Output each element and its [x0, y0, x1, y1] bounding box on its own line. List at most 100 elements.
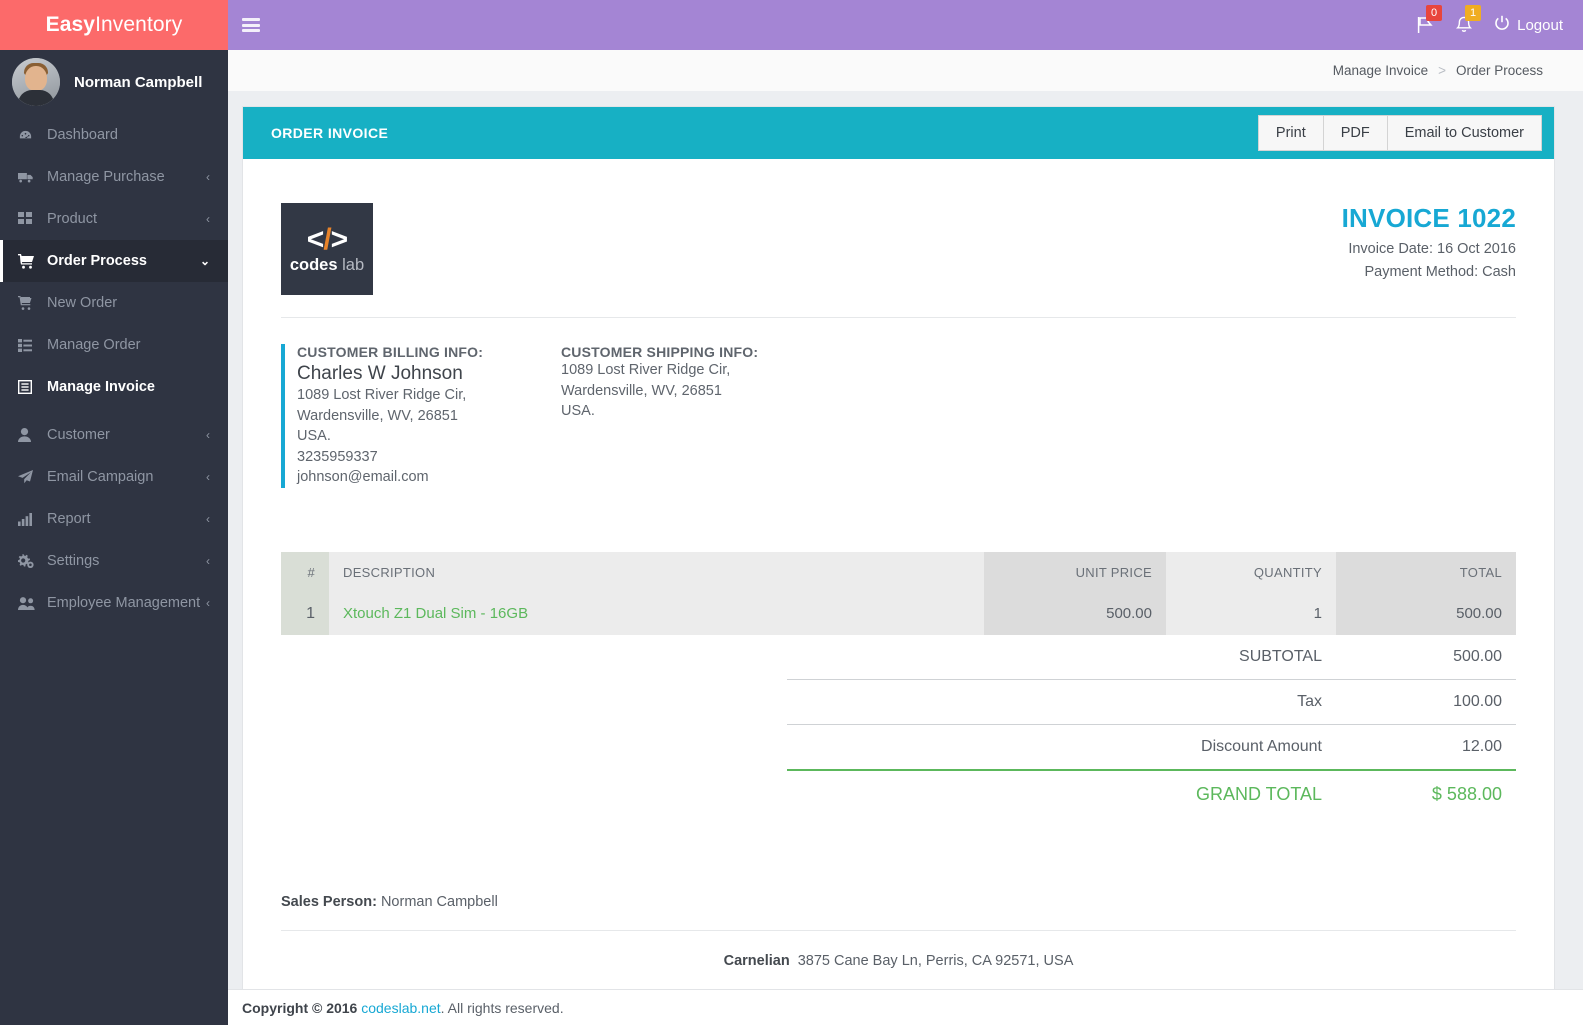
top-bar: 0 1 Logout	[228, 0, 1583, 50]
divider	[281, 317, 1516, 318]
chevron-left-icon: ‹	[206, 554, 210, 568]
sidebar-item-customer[interactable]: Customer ‹	[0, 414, 228, 456]
col-unit-price: UNIT PRICE	[984, 551, 1166, 593]
billing-line-2: Wardensville, WV, 26851	[297, 407, 458, 424]
company-address: 3875 Cane Bay Ln, Perris, CA 92571, USA	[797, 952, 1074, 969]
sidebar-item-dashboard[interactable]: Dashboard	[0, 114, 228, 156]
chevron-left-icon: ‹	[206, 428, 210, 442]
users-icon	[18, 596, 40, 610]
dashboard-icon	[18, 128, 40, 143]
sidebar-item-email-campaign[interactable]: Email Campaign ‹	[0, 456, 228, 498]
sales-person-value: Norman Campbell	[380, 893, 498, 910]
email-to-customer-button[interactable]: Email to Customer	[1386, 115, 1542, 151]
discount-value: 12.00	[1336, 723, 1516, 770]
invoice-header: </> codes lab INVOICE 1022 Invoice Date:…	[281, 203, 1516, 295]
company-footer: Carnelian 3875 Cane Bay Ln, Perris, CA 92…	[281, 953, 1516, 969]
bell-badge: 1	[1465, 5, 1482, 21]
logo-wordmark: codes lab	[289, 255, 365, 274]
col-total: TOTAL	[1336, 551, 1516, 593]
col-quantity: QUANTITY	[1166, 551, 1336, 593]
sidebar-item-label: Report	[47, 511, 91, 527]
sidebar-item-manage-invoice[interactable]: Manage Invoice	[0, 366, 228, 408]
sidebar-submenu-order-process: New Order Manage Order Manage Invoice	[0, 282, 228, 408]
billing-title: CUSTOMER BILLING INFO:	[297, 344, 484, 360]
sales-person: Sales Person: Norman Campbell	[281, 894, 1516, 910]
app-brand[interactable]: Easy Inventory	[0, 0, 228, 50]
discount-label: Discount Amount	[787, 723, 1336, 770]
breadcrumb: Manage Invoice > Order Process	[228, 50, 1583, 92]
row-unit-price: 500.00	[984, 592, 1166, 635]
sidebar-item-settings[interactable]: Settings ‹	[0, 540, 228, 582]
billing-name: Charles W Johnson	[297, 363, 463, 384]
power-icon	[1494, 15, 1510, 35]
pdf-button[interactable]: PDF	[1322, 115, 1387, 151]
shipping-line-3: USA.	[561, 403, 595, 420]
shipping-info: CUSTOMER SHIPPING INFO: 1089 Lost River …	[561, 344, 758, 488]
sidebar-item-manage-purchase[interactable]: Manage Purchase ‹	[0, 156, 228, 198]
logout-button[interactable]: Logout	[1494, 15, 1563, 35]
sidebar-item-label: Employee Management	[47, 595, 201, 611]
panel-actions: Print PDF Email to Customer	[1257, 115, 1542, 151]
sidebar-item-label: Product	[47, 211, 97, 227]
sidebar-item-report[interactable]: Report ‹	[0, 498, 228, 540]
flag-icon[interactable]: 0	[1417, 5, 1443, 34]
order-invoice-panel: ORDER INVOICE Print PDF Email to Custome…	[242, 106, 1555, 1000]
address-section: CUSTOMER BILLING INFO: Charles W Johnson…	[281, 344, 1516, 488]
invoice-number: INVOICE 1022	[1341, 203, 1516, 233]
sidebar-item-label: Manage Purchase	[47, 169, 165, 185]
gears-icon	[18, 554, 40, 568]
cart-plus-icon	[18, 296, 40, 310]
paper-plane-icon	[18, 470, 40, 484]
col-index: #	[281, 551, 329, 593]
invoice-date: Invoice Date: 16 Oct 2016	[1348, 241, 1516, 257]
breadcrumb-parent[interactable]: Manage Invoice	[1333, 63, 1428, 78]
list-icon	[18, 338, 40, 352]
billing-info: CUSTOMER BILLING INFO: Charles W Johnson…	[281, 344, 561, 488]
logout-label: Logout	[1517, 16, 1563, 34]
invoice-totals-table: SUBTOTAL 500.00 Tax 100.00 Discount Amou…	[281, 635, 1516, 818]
grid-icon	[18, 212, 40, 226]
subtotal-label: SUBTOTAL	[1239, 647, 1322, 665]
billing-line-3: USA.	[297, 428, 331, 445]
billing-phone: 3235959337	[297, 448, 378, 465]
brand-part-2: Inventory	[95, 13, 183, 36]
invoice-meta: INVOICE 1022 Invoice Date: 16 Oct 2016 P…	[1342, 203, 1516, 280]
row-index: 1	[281, 592, 329, 635]
print-button[interactable]: Print	[1257, 115, 1323, 151]
flag-badge: 0	[1426, 5, 1443, 21]
row-quantity: 1	[1166, 592, 1336, 635]
grand-total-label: GRAND TOTAL	[787, 768, 1336, 818]
tax-value: 100.00	[1336, 678, 1516, 725]
grand-total-value: $ 588.00	[1336, 768, 1516, 818]
page-footer: Copyright © 2016 codeslab.net. All right…	[228, 989, 1583, 1025]
sales-person-label: Sales Person:	[281, 893, 377, 910]
sidebar-item-product[interactable]: Product ‹	[0, 198, 228, 240]
row-description[interactable]: Xtouch Z1 Dual Sim - 16GB	[329, 592, 984, 635]
topbar-actions: 0 1 Logout	[1417, 5, 1583, 35]
footer-link[interactable]: codeslab.net	[361, 1000, 440, 1016]
chevron-left-icon: ‹	[206, 170, 210, 184]
footer-rest: . All rights reserved.	[440, 999, 564, 1016]
chevron-left-icon: ‹	[206, 212, 210, 226]
invoice-body: </> codes lab INVOICE 1022 Invoice Date:…	[243, 159, 1554, 999]
discount-row: Discount Amount 12.00	[281, 723, 1516, 770]
sidebar-item-label: Dashboard	[47, 127, 118, 143]
user-icon	[18, 428, 40, 442]
sidebar-item-manage-order[interactable]: Manage Order	[0, 324, 228, 366]
cart-icon	[18, 253, 40, 269]
invoice-items-table: # DESCRIPTION UNIT PRICE QUANTITY TOTAL …	[281, 551, 1516, 635]
user-profile[interactable]: Norman Campbell	[0, 50, 228, 114]
sidebar-item-label: New Order	[47, 295, 118, 311]
chevron-left-icon: ‹	[206, 470, 210, 484]
sidebar-item-employee-management[interactable]: Employee Management ‹	[0, 582, 228, 624]
subtotal-row: SUBTOTAL 500.00	[281, 635, 1516, 680]
brand-part-1: Easy	[45, 13, 96, 36]
tax-label: Tax	[787, 678, 1336, 725]
truck-icon	[18, 170, 40, 185]
sidebar-item-order-process[interactable]: Order Process ⌄	[0, 240, 228, 282]
hamburger-icon[interactable]	[242, 18, 260, 32]
table-row: 1 Xtouch Z1 Dual Sim - 16GB 500.00 1 500…	[281, 592, 1516, 635]
billing-line-1: 1089 Lost River Ridge Cir,	[297, 387, 467, 403]
sidebar-item-new-order[interactable]: New Order	[0, 282, 228, 324]
bell-icon[interactable]: 1	[1456, 5, 1482, 34]
